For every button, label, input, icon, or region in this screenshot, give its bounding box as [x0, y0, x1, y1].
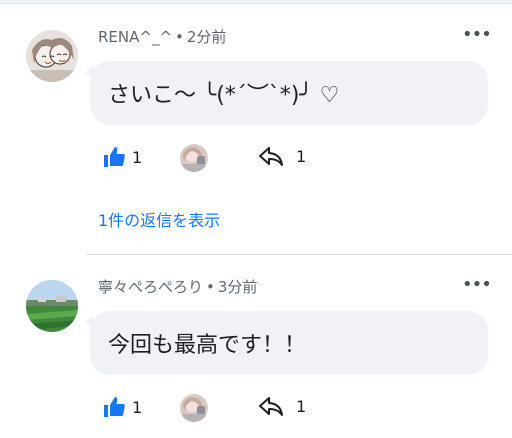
share-arrow-icon: [259, 397, 283, 416]
comment-text: さいこ〜 ╰(*´︶`*)╯ ♡: [108, 83, 340, 108]
share-arrow-icon: [259, 147, 283, 166]
thumbs-up-icon: [104, 147, 125, 167]
view-replies-link[interactable]: 1件の返信を表示: [98, 207, 220, 231]
comment-header: RENA^_^ • 2分前: [98, 26, 226, 47]
share-count: 1: [296, 146, 307, 166]
share-count: 1: [296, 396, 307, 416]
comment-actions: 1 1: [100, 393, 500, 425]
separator-dot: •: [206, 278, 215, 296]
share-button[interactable]: 1: [258, 395, 306, 417]
timestamp: 2分前: [186, 28, 227, 46]
comment-bubble: さいこ〜 ╰(*´︶`*)╯ ♡: [84, 61, 488, 125]
thumbs-up-icon: [104, 397, 125, 417]
more-options-icon[interactable]: •••: [462, 274, 492, 300]
more-options-icon[interactable]: •••: [462, 24, 492, 50]
separator-dot: •: [175, 28, 184, 46]
reactor-avatar[interactable]: [180, 144, 208, 172]
reactor-avatar[interactable]: [180, 394, 208, 422]
like-button[interactable]: 1: [102, 145, 142, 169]
comment-actions: 1 1: [100, 143, 500, 175]
avatar[interactable]: [26, 280, 78, 332]
avatar[interactable]: [26, 30, 78, 82]
like-count: 1: [132, 147, 143, 167]
author-name[interactable]: RENA^_^: [98, 28, 172, 46]
like-count: 1: [132, 397, 143, 417]
like-button[interactable]: 1: [102, 395, 142, 419]
comment-header: 寧々ぺろぺろり • 3分前: [98, 276, 257, 297]
share-button[interactable]: 1: [258, 145, 306, 167]
timestamp: 3分前: [217, 278, 258, 296]
comment-divider: [86, 254, 512, 255]
comments-panel: RENA^_^ • 2分前 ••• さいこ〜 ╰(*´︶`*)╯ ♡ 1 1 1…: [0, 0, 512, 438]
comment-bubble: 今回も最高です！！: [84, 311, 488, 375]
author-name[interactable]: 寧々ぺろぺろり: [98, 278, 203, 296]
comment-text: 今回も最高です！！: [108, 333, 307, 358]
top-divider: [0, 0, 512, 4]
